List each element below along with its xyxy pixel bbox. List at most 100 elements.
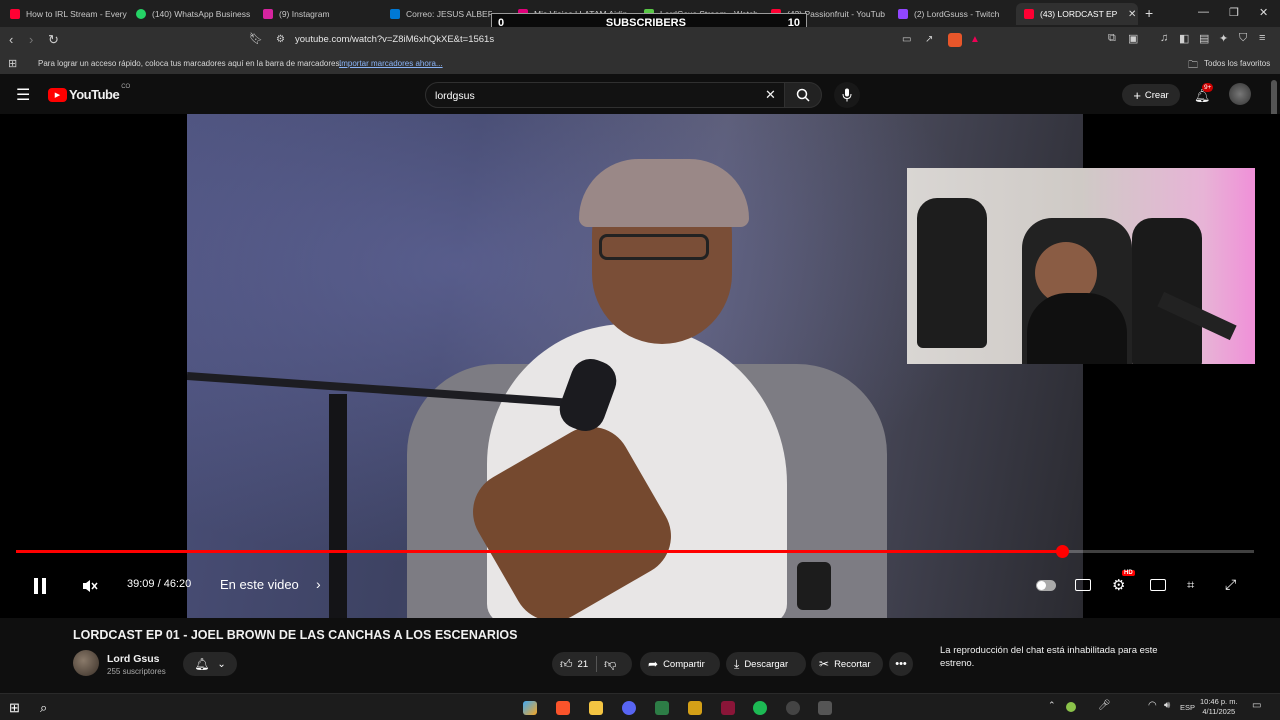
discord-icon[interactable] bbox=[622, 701, 636, 715]
tray-chevron-icon[interactable]: ⌃ bbox=[1048, 700, 1056, 711]
forward-icon[interactable]: › bbox=[29, 32, 33, 47]
app-v-icon[interactable] bbox=[721, 701, 735, 715]
video-player[interactable]: 39:09 / 46:20 En este video › ⚙︎ HD ⌗ ⤢ bbox=[0, 114, 1280, 618]
tab-0[interactable]: How to IRL Stream - Every bbox=[2, 3, 127, 25]
outlook-favicon-icon bbox=[390, 9, 400, 19]
media-icon[interactable]: ♫ bbox=[1160, 32, 1168, 44]
hamburger-menu-icon[interactable]: ☰ bbox=[16, 85, 30, 105]
cast-icon[interactable]: ▭ bbox=[902, 34, 911, 45]
fullscreen-icon[interactable]: ⤢ bbox=[1225, 576, 1236, 593]
excel-icon[interactable] bbox=[655, 701, 669, 715]
chat-disabled-message: La reproducción del chat está inhabilita… bbox=[940, 645, 1158, 669]
hd-badge: HD bbox=[1122, 570, 1135, 576]
windows-start-icon[interactable]: ⊞ bbox=[9, 700, 20, 716]
taskbar-search-icon[interactable]: ⌕ bbox=[40, 700, 47, 716]
pause-button[interactable] bbox=[32, 578, 48, 599]
sidebar-icon[interactable]: ◧ bbox=[1179, 32, 1189, 45]
windows-taskbar: ⊞ ⌕ ⌃ 🎤︎ ◠ 🔊︎ ESP 10:46 p. m. 4/11/2025 … bbox=[0, 693, 1280, 720]
tab-2[interactable]: (9) Instagram bbox=[255, 3, 380, 25]
share-button[interactable]: ➦ Compartir bbox=[640, 652, 720, 676]
extensions-icon[interactable]: ⧉ bbox=[1108, 32, 1116, 45]
volume-icon[interactable]: 🔊︎ bbox=[1164, 700, 1170, 711]
clip-button[interactable]: ✂ Recortar bbox=[811, 652, 883, 676]
instagram-favicon-icon bbox=[263, 9, 273, 19]
seek-bar-played bbox=[16, 550, 1063, 553]
chevron-right-icon[interactable]: › bbox=[316, 576, 321, 592]
search-button[interactable] bbox=[784, 82, 822, 108]
subtitles-icon[interactable] bbox=[1075, 579, 1091, 591]
notifications-button[interactable]: 🔔︎ 9+ bbox=[1194, 83, 1214, 105]
autoplay-toggle[interactable] bbox=[1036, 580, 1056, 591]
cast-to-tv-icon[interactable]: ⌗ bbox=[1187, 577, 1194, 593]
like-dislike-group: 👍︎ 21 👎︎ bbox=[552, 652, 632, 676]
leo-icon[interactable]: ✦ bbox=[1219, 32, 1228, 45]
system-clock[interactable]: 10:46 p. m. 4/11/2025 bbox=[1200, 697, 1238, 717]
microphone-tray-icon[interactable]: 🎤︎ bbox=[1098, 700, 1111, 711]
share-icon[interactable]: ↗ bbox=[925, 34, 933, 45]
subscription-bell-button[interactable]: 🔔︎ ⌄ bbox=[183, 652, 237, 676]
restore-icon[interactable]: ❐ bbox=[1229, 6, 1239, 19]
miniplayer-icon[interactable] bbox=[1150, 579, 1166, 591]
bookmark-icon[interactable]: 🔖︎ bbox=[249, 32, 263, 45]
file-explorer-icon[interactable] bbox=[589, 701, 603, 715]
brave-browser-icon[interactable] bbox=[556, 701, 570, 715]
like-button[interactable]: 👍︎ 21 bbox=[560, 657, 588, 672]
share-label: Compartir bbox=[663, 658, 705, 670]
avatar[interactable] bbox=[1229, 83, 1251, 105]
back-icon[interactable]: ‹ bbox=[9, 32, 13, 47]
wallet-icon[interactable]: ▤ bbox=[1199, 32, 1209, 45]
share-icon: ➦ bbox=[648, 657, 659, 671]
youtube-logo[interactable]: ▶ YouTube CO bbox=[48, 84, 131, 102]
import-bookmarks-link[interactable]: Importar marcadores ahora... bbox=[339, 59, 443, 68]
tray-app-icon[interactable] bbox=[1066, 702, 1076, 712]
menu-icon[interactable]: ≡ bbox=[1259, 32, 1265, 44]
tab-title: Correo: JESUS ALBERTO R bbox=[406, 9, 492, 19]
vpn-icon[interactable]: ⛉ bbox=[1239, 32, 1247, 45]
app-w-icon[interactable] bbox=[688, 701, 702, 715]
settings-gear-icon[interactable]: ⚙︎ bbox=[1112, 576, 1125, 594]
brave-shield-icon[interactable] bbox=[948, 33, 962, 47]
obs-icon[interactable] bbox=[786, 701, 800, 715]
minimize-icon[interactable]: — bbox=[1198, 6, 1209, 18]
close-window-icon[interactable]: ✕ bbox=[1259, 6, 1268, 19]
settings-icon[interactable] bbox=[818, 701, 832, 715]
create-button[interactable]: + Crear bbox=[1122, 84, 1180, 106]
clock-time: 10:46 p. m. bbox=[1200, 697, 1238, 706]
mute-button[interactable] bbox=[82, 578, 98, 599]
tab-7[interactable]: (2) LordGsuss - Twitch bbox=[890, 3, 1015, 25]
language-indicator[interactable]: ESP bbox=[1180, 703, 1195, 712]
pause-icon bbox=[34, 578, 46, 594]
all-favorites[interactable]: Todos los favoritos bbox=[1204, 59, 1270, 68]
site-info-icon[interactable]: ⚙︎ bbox=[276, 34, 285, 45]
new-tab-button[interactable]: + bbox=[1145, 5, 1153, 21]
channel-name[interactable]: Lord Gsus bbox=[107, 653, 160, 665]
more-actions-button[interactable]: ••• bbox=[889, 652, 913, 676]
youtube-wordmark: YouTube bbox=[69, 87, 120, 102]
wristwatch bbox=[797, 562, 831, 610]
url-field[interactable]: youtube.com/watch?v=Z8iM6xhQkXE&t=1561s bbox=[295, 34, 494, 45]
person-glasses bbox=[599, 234, 709, 260]
country-code: CO bbox=[121, 84, 131, 90]
screenshot-icon[interactable]: ▣ bbox=[1128, 32, 1138, 45]
tab-active[interactable]: (43) LORDCAST EP 01 ✕ bbox=[1016, 3, 1138, 25]
wifi-icon[interactable]: ◠ bbox=[1148, 700, 1157, 711]
tab-1[interactable]: (140) WhatsApp Business bbox=[128, 3, 253, 25]
channel-avatar[interactable] bbox=[73, 650, 99, 676]
notification-center-icon[interactable]: ▭ bbox=[1252, 700, 1261, 711]
chapters-button[interactable]: En este video bbox=[220, 577, 299, 592]
youtube-favicon-icon bbox=[10, 9, 20, 19]
voice-search-button[interactable] bbox=[834, 82, 860, 108]
time-display: 39:09 / 46:20 bbox=[127, 578, 192, 590]
spotify-icon[interactable] bbox=[753, 701, 767, 715]
dislike-button[interactable]: 👎︎ bbox=[604, 657, 616, 672]
tab-3[interactable]: Correo: JESUS ALBERTO R bbox=[382, 3, 492, 25]
brave-rewards-icon[interactable]: ▲ bbox=[970, 34, 980, 45]
reload-icon[interactable]: ↻ bbox=[48, 32, 59, 48]
clear-search-icon[interactable]: ✕ bbox=[765, 87, 776, 103]
copilot-icon[interactable] bbox=[523, 701, 537, 715]
download-button[interactable]: ⤓ Descargar bbox=[726, 652, 806, 676]
close-tab-icon[interactable]: ✕ bbox=[1128, 9, 1136, 20]
apps-grid-icon[interactable]: ⊞ bbox=[8, 57, 17, 70]
seek-bar[interactable] bbox=[16, 545, 1254, 558]
search-input[interactable]: lordgsus ✕ bbox=[425, 82, 785, 108]
